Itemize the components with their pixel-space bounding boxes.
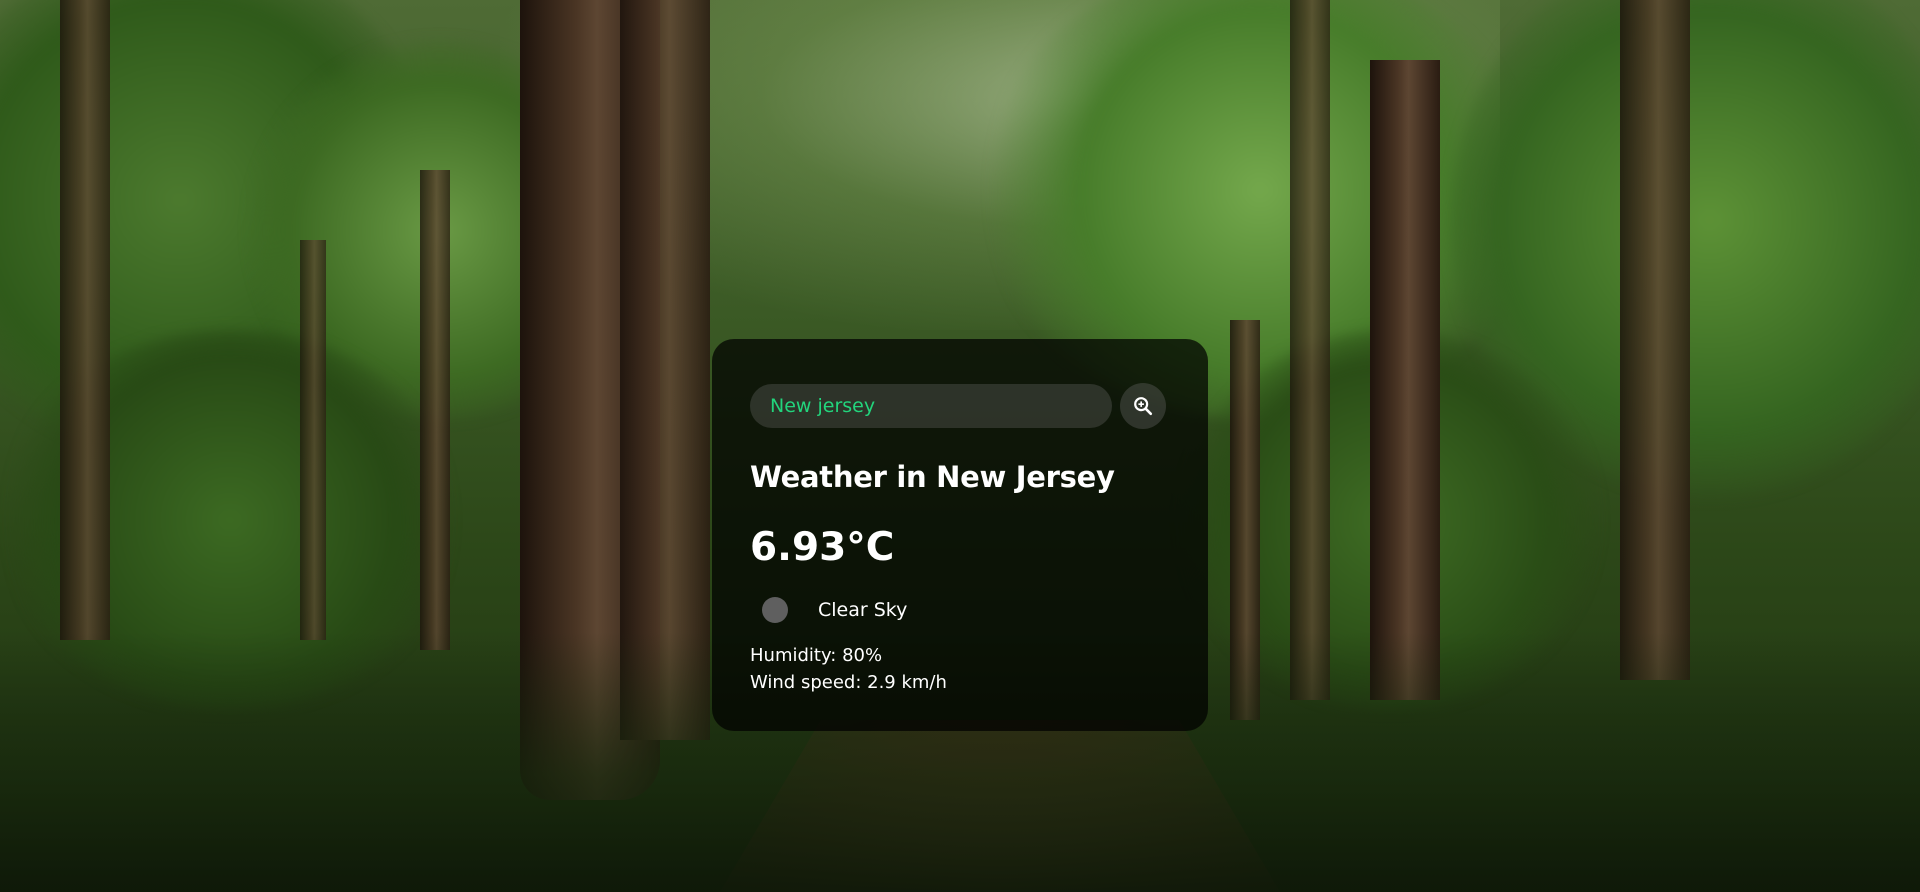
weather-card: Weather in New Jersey 6.93°C Clear Sky H… bbox=[712, 339, 1208, 731]
temperature-value: 6.93°C bbox=[750, 525, 895, 570]
weather-description-row: Clear Sky bbox=[750, 593, 1170, 627]
tree-trunk bbox=[420, 170, 450, 650]
search-button[interactable] bbox=[1120, 383, 1166, 429]
weather-title: Weather in New Jersey bbox=[750, 460, 1115, 494]
weather-description: Clear Sky bbox=[818, 599, 908, 621]
search-bar bbox=[750, 383, 1170, 429]
search-input[interactable] bbox=[750, 384, 1112, 428]
humidity-value: Humidity: 80% bbox=[750, 645, 883, 666]
wind-speed-value: Wind speed: 2.9 km/h bbox=[750, 672, 947, 693]
weather-condition-icon bbox=[762, 597, 788, 623]
forest-background: Weather in New Jersey 6.93°C Clear Sky H… bbox=[0, 0, 1920, 892]
tree-trunk bbox=[620, 0, 710, 740]
tree-trunk bbox=[1620, 0, 1690, 680]
tree-trunk bbox=[1290, 0, 1330, 700]
tree-trunk bbox=[60, 0, 110, 640]
tree-trunk bbox=[1370, 60, 1440, 700]
search-icon bbox=[1132, 395, 1154, 417]
tree-trunk bbox=[300, 240, 326, 640]
